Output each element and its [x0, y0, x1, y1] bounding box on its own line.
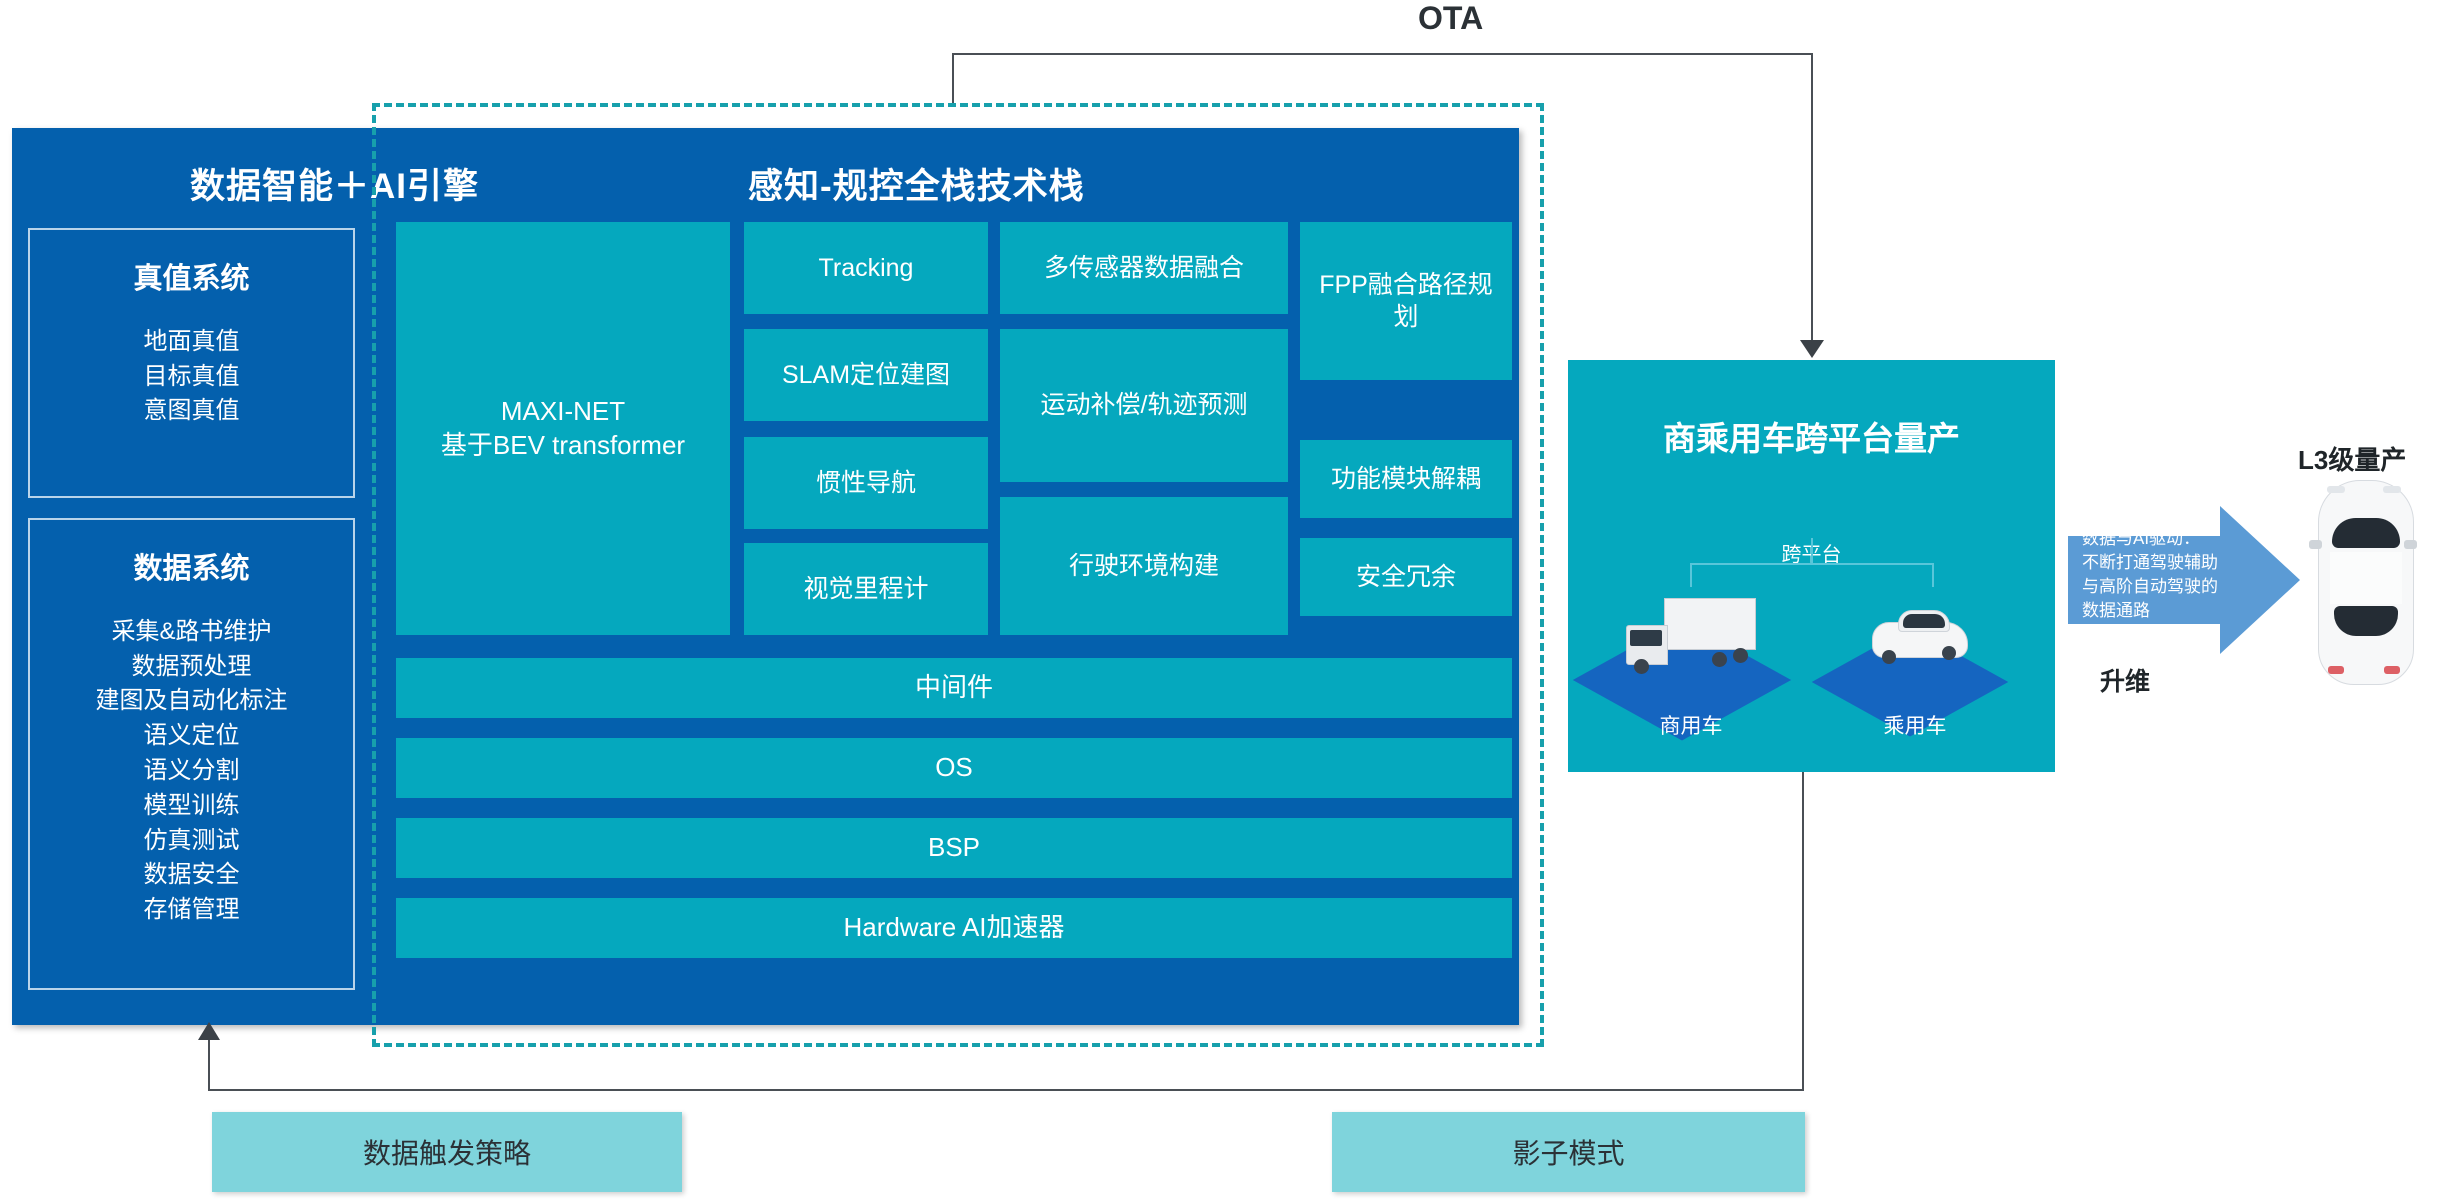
shadow-mode-connector-down	[1802, 772, 1804, 1090]
list-item: 采集&路书维护	[111, 617, 272, 645]
ota-arrowhead-icon	[1800, 340, 1824, 358]
commercial-vehicle-caption: 商用车	[1659, 715, 1723, 738]
car-headlight-icon	[2383, 486, 2401, 493]
cell-safety-redundancy: 安全冗余	[1300, 538, 1512, 616]
cell-fpp-fusion-path-planning: FPP融合路径规划	[1300, 222, 1512, 380]
stack-bar-middleware: 中间件	[396, 658, 1512, 718]
passenger-vehicle-caption: 乘用车	[1883, 715, 1947, 738]
truck-trailer-icon	[1664, 598, 1756, 650]
ota-connector-segment-up	[952, 53, 954, 105]
cell-slam-localization-mapping: SLAM定位建图	[744, 329, 988, 421]
shadow-mode-box: 影子模式	[1332, 1112, 1805, 1192]
data-system-title: 数据系统	[133, 553, 250, 585]
list-item: 语义定位	[143, 722, 240, 750]
car-wheel-icon	[1882, 650, 1896, 664]
car-roof-panel-icon	[2330, 552, 2402, 604]
arrow-text-line: 数据通路	[2082, 601, 2150, 621]
car-side-mirror-icon	[2404, 540, 2417, 549]
list-item: 目标真值	[143, 362, 240, 390]
data-trigger-arrowhead-icon	[198, 1022, 220, 1040]
stack-bar-os: OS	[396, 738, 1512, 798]
list-item: 意图真值	[143, 397, 240, 425]
diagram-canvas: OTA 数据智能＋AI引擎 感知-规控全栈技术栈 真值系统 地面真值 目标真值 …	[0, 0, 2442, 1203]
tree-connector-bar	[1690, 563, 1934, 565]
tree-connector-right-branch	[1932, 563, 1934, 587]
list-item: 数据安全	[143, 861, 240, 889]
car-rear-windshield-icon	[2334, 606, 2398, 636]
list-item: 仿真测试	[143, 826, 240, 854]
data-system-box: 数据系统 采集&路书维护 数据预处理 建图及自动化标注 语义定位 语义分割 模型…	[28, 518, 355, 990]
data-trigger-connector-up	[208, 1040, 210, 1090]
cell-maxi-net: MAXI-NET 基于BEV transformer	[396, 222, 730, 635]
car-headlight-icon	[2327, 486, 2345, 493]
data-trigger-strategy-box: 数据触发策略	[212, 1112, 682, 1192]
cell-motion-compensation-trajectory-prediction: 运动补偿/轨迹预测	[1000, 329, 1288, 482]
stack-bar-hardware-ai-accelerator: Hardware AI加速器	[396, 898, 1512, 958]
cell-driving-environment-construction: 行驶环境构建	[1000, 497, 1288, 635]
upgrade-label: 升维	[2100, 668, 2151, 696]
shadow-mode-connector-left	[1569, 1089, 1804, 1091]
l3-production-label: L3级量产	[2298, 445, 2407, 475]
cell-inertial-navigation: 惯性导航	[744, 437, 988, 529]
car-wheel-icon	[1942, 646, 1956, 660]
car-front-windshield-icon	[2332, 518, 2400, 548]
cell-multi-sensor-fusion: 多传感器数据融合	[1000, 222, 1288, 314]
truth-system-box: 真值系统 地面真值 目标真值 意图真值	[28, 228, 355, 498]
truck-windshield-icon	[1630, 630, 1662, 646]
cell-tracking: Tracking	[744, 222, 988, 314]
truck-wheel-icon	[1733, 648, 1748, 663]
arrow-text-line: 不断打通驾驶辅助	[2082, 553, 2218, 573]
tree-connector-left-branch	[1690, 563, 1692, 587]
truth-system-title: 真值系统	[133, 263, 250, 295]
cell-visual-odometry: 视觉里程计	[744, 543, 988, 635]
list-item: 地面真值	[143, 327, 240, 355]
list-item: 语义分割	[143, 756, 240, 784]
ota-connector-segment-down	[1811, 53, 1813, 345]
data-trigger-connector-left	[208, 1089, 1570, 1091]
list-item: 数据预处理	[131, 652, 252, 680]
upgrade-arrow-text: 数据与AI驱动： 不断打通驾驶辅助 与高阶自动驾驶的 数据通路	[2082, 527, 2232, 624]
car-taillight-icon	[2384, 666, 2400, 674]
arrow-text-line: 与高阶自动驾驶的	[2082, 577, 2218, 597]
cell-functional-module-decoupling: 功能模块解耦	[1300, 440, 1512, 518]
tree-connector-stem	[1811, 538, 1813, 564]
ota-connector-segment-right	[952, 53, 1813, 55]
car-taillight-icon	[2328, 666, 2344, 674]
data-system-list: 采集&路书维护 数据预处理 建图及自动化标注 语义定位 语义分割 模型训练 仿真…	[30, 615, 353, 928]
list-item: 存储管理	[143, 896, 240, 924]
ota-label: OTA	[1418, 0, 1484, 36]
truck-wheel-icon	[1712, 652, 1727, 667]
list-item: 模型训练	[143, 791, 240, 819]
stack-bar-bsp: BSP	[396, 818, 1512, 878]
truck-wheel-icon	[1634, 659, 1649, 674]
truth-system-list: 地面真值 目标真值 意图真值	[30, 325, 353, 429]
cross-platform-title: 商乘用车跨平台量产	[1663, 420, 1960, 457]
car-side-mirror-icon	[2309, 540, 2322, 549]
arrow-text-line: 数据与AI驱动：	[2082, 529, 2201, 548]
car-window-icon	[1903, 614, 1945, 628]
list-item: 建图及自动化标注	[95, 687, 288, 715]
